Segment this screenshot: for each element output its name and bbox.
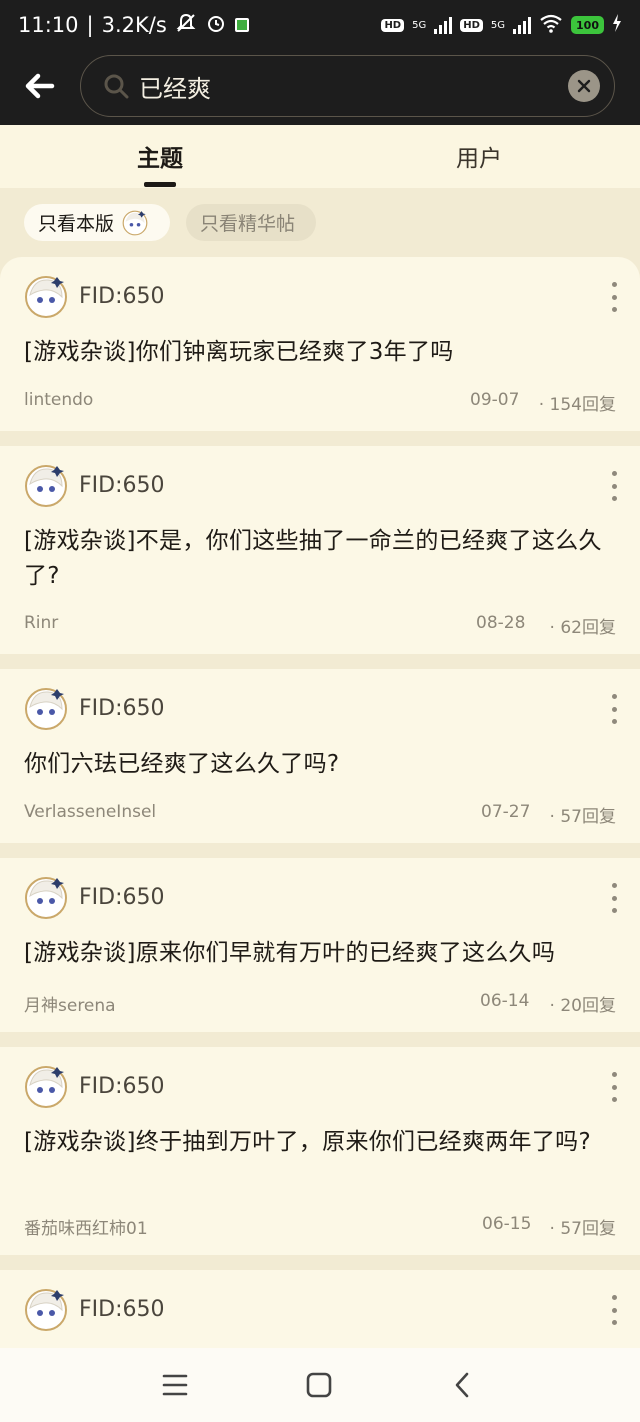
menu-icon xyxy=(162,1374,188,1396)
list-item[interactable]: FID:650 xyxy=(0,1270,640,1348)
chevron-left-icon xyxy=(455,1372,469,1398)
signal-label-2: 5G xyxy=(490,19,506,31)
forum-id[interactable]: FID:650 xyxy=(79,284,165,309)
post-title[interactable]: [游戏杂谈]终于抽到万叶了，原来你们已经爽两年了吗? xyxy=(24,1125,619,1160)
home-square-icon xyxy=(306,1372,332,1398)
post-date: 09-07 xyxy=(470,390,520,410)
forum-avatar-icon xyxy=(25,877,67,919)
mute-bell-icon xyxy=(175,12,197,39)
more-options-button[interactable] xyxy=(610,694,618,724)
signal-bars-icon-2 xyxy=(513,16,532,34)
result-tabs: 主题 用户 xyxy=(0,125,640,188)
elite-only-filter-chip[interactable]: 只看精华帖 xyxy=(186,204,316,241)
list-item[interactable]: FID:650 你们六珐已经爽了这么久了吗? VerlasseneInsel 0… xyxy=(0,669,640,843)
post-title[interactable]: [游戏杂谈]不是，你们这些抽了一命兰的已经爽了这么久了? xyxy=(24,524,619,594)
forum-id[interactable]: FID:650 xyxy=(79,696,165,721)
list-item[interactable]: FID:650 [游戏杂谈]你们钟离玩家已经爽了3年了吗 lintendo 09… xyxy=(0,257,640,431)
post-date: 06-14 xyxy=(480,991,530,1011)
magnifier-icon xyxy=(104,74,129,99)
arrow-left-icon xyxy=(25,73,55,99)
reply-count: · 62回复 xyxy=(549,618,616,638)
forum-avatar-icon xyxy=(25,465,67,507)
reply-count: · 20回复 xyxy=(549,996,616,1016)
system-nav-bar xyxy=(0,1348,640,1422)
signal-label-1: 5G xyxy=(412,19,427,31)
list-item[interactable]: FID:650 [游戏杂谈]不是，你们这些抽了一命兰的已经爽了这么久了? Rin… xyxy=(0,446,640,654)
menu-button[interactable] xyxy=(160,1370,190,1400)
status-left: 11:10 | 3.2K/s xyxy=(18,12,249,39)
system-back-button[interactable] xyxy=(448,1370,478,1400)
search-input[interactable]: 已经爽 xyxy=(80,55,615,117)
post-date: 07-27 xyxy=(481,802,531,822)
forum-avatar-icon xyxy=(25,1289,67,1331)
list-item[interactable]: FID:650 [游戏杂谈]原来你们早就有万叶的已经爽了这么久吗 月神seren… xyxy=(0,858,640,1032)
post-title[interactable]: [游戏杂谈]原来你们早就有万叶的已经爽了这么久吗 xyxy=(24,936,619,971)
more-options-button[interactable] xyxy=(610,883,618,913)
active-tab-indicator xyxy=(144,182,176,187)
post-author[interactable]: 番茄味西红柿01 xyxy=(24,1214,148,1239)
tab-topic[interactable]: 主题 xyxy=(137,139,183,173)
status-right: HD 5G HD 5G 100 xyxy=(381,13,622,37)
search-query-text: 已经爽 xyxy=(139,74,211,103)
reply-count: · 57回复 xyxy=(549,807,616,827)
status-bar: 11:10 | 3.2K/s HD 5G HD 5G 100 xyxy=(0,0,640,50)
board-only-filter-chip[interactable]: 只看本版 xyxy=(24,204,170,241)
forum-id[interactable]: FID:650 xyxy=(79,1074,165,1099)
network-speed: 3.2K/s xyxy=(101,13,167,37)
wifi-icon xyxy=(539,13,563,37)
forum-avatar-icon xyxy=(25,688,67,730)
post-title[interactable]: 你们六珐已经爽了这么久了吗? xyxy=(24,747,619,782)
more-options-button[interactable] xyxy=(610,1295,618,1325)
post-author[interactable]: 月神serena xyxy=(24,991,116,1016)
post-title[interactable]: [游戏杂谈]你们钟离玩家已经爽了3年了吗 xyxy=(24,335,619,370)
status-time: 11:10 xyxy=(18,13,79,37)
tab-user[interactable]: 用户 xyxy=(456,139,502,173)
back-button[interactable] xyxy=(22,68,58,104)
forum-id[interactable]: FID:650 xyxy=(79,473,165,498)
list-item[interactable]: FID:650 [游戏杂谈]终于抽到万叶了，原来你们已经爽两年了吗? 番茄味西红… xyxy=(0,1047,640,1255)
post-date: 06-15 xyxy=(482,1214,532,1234)
status-divider: | xyxy=(86,13,94,37)
close-icon xyxy=(577,79,591,93)
forum-avatar-icon xyxy=(25,1066,67,1108)
alarm-icon xyxy=(205,12,227,39)
home-button[interactable] xyxy=(304,1370,334,1400)
board-avatar-icon xyxy=(122,210,148,235)
elite-only-label: 只看精华帖 xyxy=(200,213,296,235)
hd-badge-2: HD xyxy=(460,18,483,32)
app-notification-icon xyxy=(234,18,249,32)
more-options-button[interactable] xyxy=(610,471,618,501)
charging-icon xyxy=(612,14,622,36)
post-author[interactable]: Rinr xyxy=(24,613,58,633)
post-author[interactable]: VerlasseneInsel xyxy=(24,802,156,822)
clear-search-button[interactable] xyxy=(568,70,600,102)
more-options-button[interactable] xyxy=(610,1072,618,1102)
forum-id[interactable]: FID:650 xyxy=(79,1297,165,1322)
search-header: 已经爽 xyxy=(0,50,640,125)
reply-count: · 57回复 xyxy=(549,1219,616,1239)
forum-avatar-icon xyxy=(25,276,67,318)
battery-indicator: 100 xyxy=(571,16,604,34)
forum-id[interactable]: FID:650 xyxy=(79,885,165,910)
post-author[interactable]: lintendo xyxy=(24,390,93,410)
hd-badge-1: HD xyxy=(381,18,405,32)
more-options-button[interactable] xyxy=(610,282,618,312)
board-only-label: 只看本版 xyxy=(38,213,115,235)
signal-bars-icon-1 xyxy=(434,16,453,34)
post-date: 08-28 xyxy=(476,613,526,633)
reply-count: · 154回复 xyxy=(538,395,616,415)
